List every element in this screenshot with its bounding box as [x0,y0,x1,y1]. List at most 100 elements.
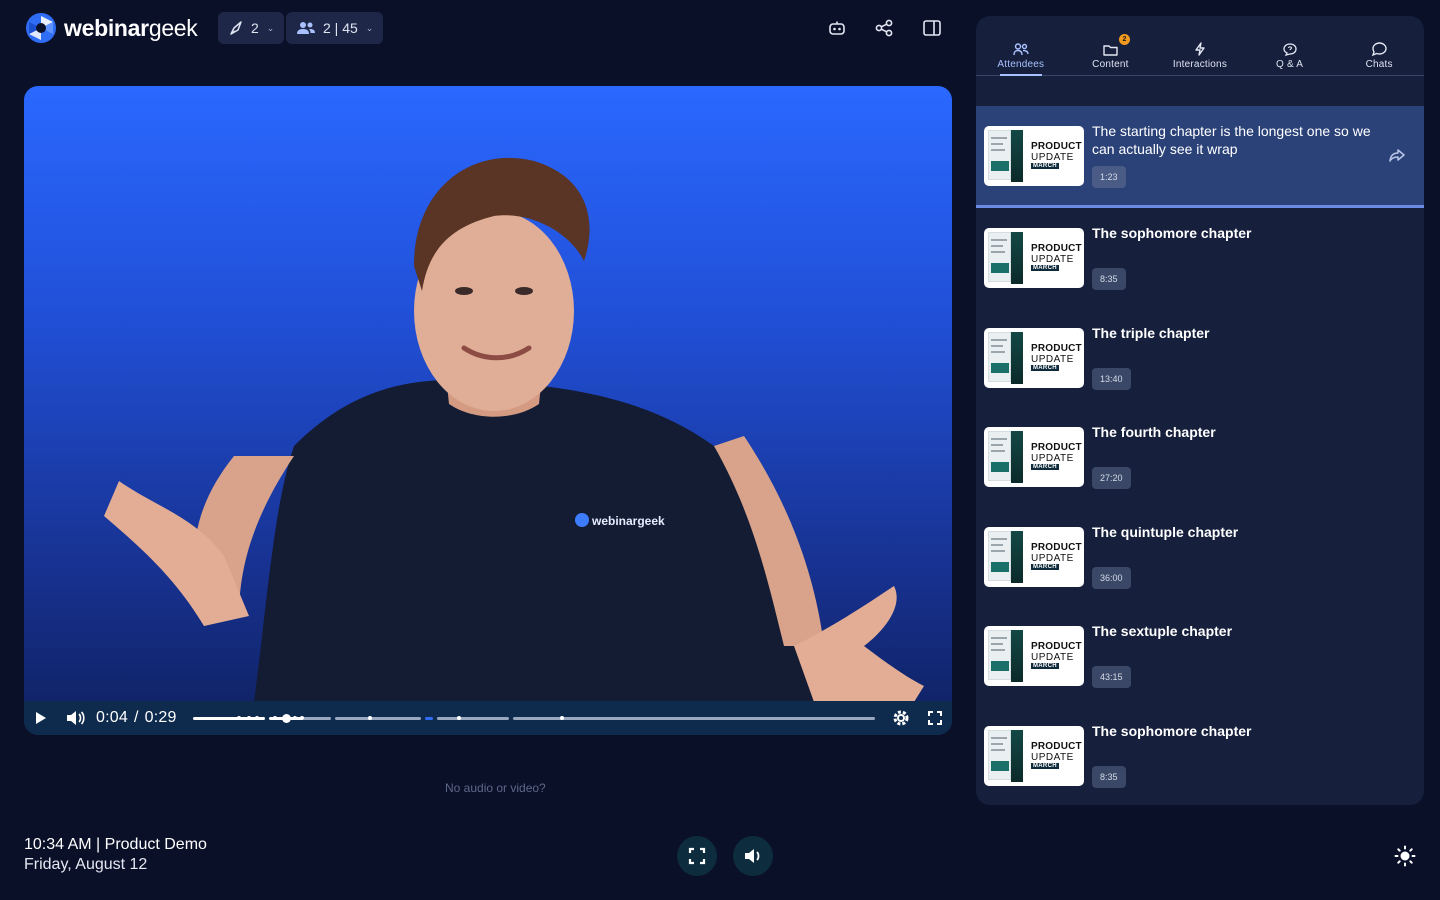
side-panel: Attendees 2 Content Interactions Q & A C… [976,16,1424,805]
chapter-title: The triple chapter [1092,324,1210,341]
brand-logo[interactable]: webinargeek [24,11,198,45]
tab-content[interactable]: 2 Content [1066,34,1156,75]
chapter-timestamp: 27:20 [1092,467,1131,489]
seek-chapter-segment [303,717,331,720]
content-count-badge: 2 [1118,34,1130,45]
chevron-down-icon: ⌄ [266,22,275,33]
chapter-marker[interactable] [237,716,241,720]
chapter-marker[interactable] [293,716,297,720]
chapter-timestamp: 36:00 [1092,566,1131,589]
sun-icon[interactable] [1394,845,1416,867]
chapter-item[interactable]: PRODUCT UPDATE MARCH The sophomore chapt… [976,706,1424,806]
chapter-item[interactable]: PRODUCT UPDATE MARCH The quintuple chapt… [976,507,1424,607]
play-button[interactable] [24,701,58,735]
chapter-title: The sextuple chapter [1092,623,1233,639]
chapter-thumbnail: PRODUCT UPDATE MARCH [984,327,1084,388]
folder-icon [1103,45,1118,56]
chapter-item[interactable]: PRODUCT UPDATE MARCH The triple chapter … [976,308,1424,408]
chapter-title: The fourth chapter [1092,424,1216,440]
chat-bubble-icon [1371,42,1387,56]
audio-toggle-button[interactable] [733,836,773,876]
chapter-item[interactable]: PRODUCT UPDATE MARCH The starting chapte… [976,106,1424,208]
panel-tabs: Attendees 2 Content Interactions Q & A C… [976,34,1424,76]
robot-button[interactable] [826,17,848,39]
tab-attendees[interactable]: Attendees [976,38,1066,76]
time-separator: / [133,709,139,726]
chapter-marker[interactable] [300,716,304,720]
fullscreen-button[interactable] [918,701,952,735]
seek-chapter-segment [437,717,509,720]
chapter-marker[interactable] [255,716,259,720]
chapter-marker[interactable] [560,716,564,720]
share-arrow-icon[interactable] [1388,146,1406,164]
total-duration: 0:29 [144,709,177,726]
tab-qa[interactable]: Q & A [1245,38,1335,75]
seek-chapter-segment [335,717,421,720]
chapter-timestamp: 1:23 [1092,166,1126,188]
chapter-timestamp: 8:35 [1092,765,1126,788]
chapter-thumbnail: PRODUCT UPDATE MARCH [984,228,1084,288]
chapter-thumbnail: PRODUCT UPDATE MARCH [984,526,1084,587]
users-icon [297,22,315,34]
current-time: 0:04 [96,709,128,726]
chapter-marker[interactable] [247,716,251,720]
chapter-item[interactable]: PRODUCT UPDATE MARCH The sextuple chapte… [976,606,1424,706]
speaker-icon [745,849,760,863]
chapter-marker[interactable] [273,716,277,720]
lightning-icon [1195,42,1205,56]
shirt-logo-text: webinargeek [591,514,665,528]
share-icon [875,19,893,37]
tab-label: Chats [1365,59,1393,70]
chapter-timestamp: 8:35 [1092,268,1126,290]
chapter-list: PRODUCT UPDATE MARCH The starting chapte… [976,106,1424,805]
chapter-thumbnail: PRODUCT UPDATE MARCH [984,126,1084,186]
volume-button[interactable] [58,701,92,735]
presenters-count: 2 [251,20,259,36]
chevron-down-icon: ⌄ [365,22,374,33]
chapter-title: The sophomore chapter [1092,722,1252,739]
chapter-item[interactable]: PRODUCT UPDATE MARCH The fourth chapter … [976,407,1424,507]
chapter-marker[interactable] [368,716,372,720]
tab-interactions[interactable]: Interactions [1155,38,1245,75]
gear-icon [893,710,909,726]
settings-button[interactable] [884,701,918,735]
event-title: 10:34 AM | Product Demo [24,836,207,853]
tab-label: Q & A [1276,59,1304,70]
tab-label: Content [1092,59,1129,70]
chapter-thumbnail: PRODUCT UPDATE MARCH [984,725,1084,786]
video-controls: 0:04 / 0:29 [24,701,952,735]
chapter-thumbnail: PRODUCT UPDATE MARCH [984,427,1084,487]
chapter-timestamp: 43:15 [1092,666,1131,688]
presenter-video-frame: webinargeek [104,157,924,702]
attendees-icon [1013,43,1029,56]
share-button[interactable] [873,17,895,39]
volume-icon [67,711,85,725]
seek-bar[interactable] [193,714,875,723]
tab-label: Interactions [1172,59,1228,70]
seek-chapter-segment [425,717,433,720]
seek-handle[interactable] [282,714,291,723]
fullscreen-icon [928,711,942,725]
attendees-count: 2 | 45 [323,20,358,36]
tab-label: Attendees [997,59,1045,70]
question-bubble-icon [1282,43,1297,56]
webinargeek-logo-icon [26,13,56,43]
seek-chapter-segment [513,717,875,720]
attendees-dropdown[interactable]: 2 | 45 ⌄ [286,12,384,44]
chapter-marker[interactable] [457,716,461,720]
chapter-thumbnail: PRODUCT UPDATE MARCH [984,626,1084,686]
chapter-item[interactable]: PRODUCT UPDATE MARCH The sophomore chapt… [976,208,1424,308]
play-icon [36,712,46,724]
sidebar-toggle-button[interactable] [921,17,943,39]
brand-name: webinargeek [64,14,198,41]
robot-icon [829,21,845,35]
chapter-title: The sophomore chapter [1092,225,1252,241]
video-player[interactable]: webinargeek 0:04 / 0:29 [24,86,952,735]
presenters-dropdown[interactable]: 2 ⌄ [218,12,285,44]
fullscreen-toggle-button[interactable] [677,836,717,876]
chapter-title: The starting chapter is the longest one … [1092,123,1371,157]
tab-chats[interactable]: Chats [1334,38,1424,75]
expand-icon [688,847,706,865]
no-audio-video-link[interactable]: No audio or video? [445,781,546,795]
chapter-title: The quintuple chapter [1092,523,1239,540]
